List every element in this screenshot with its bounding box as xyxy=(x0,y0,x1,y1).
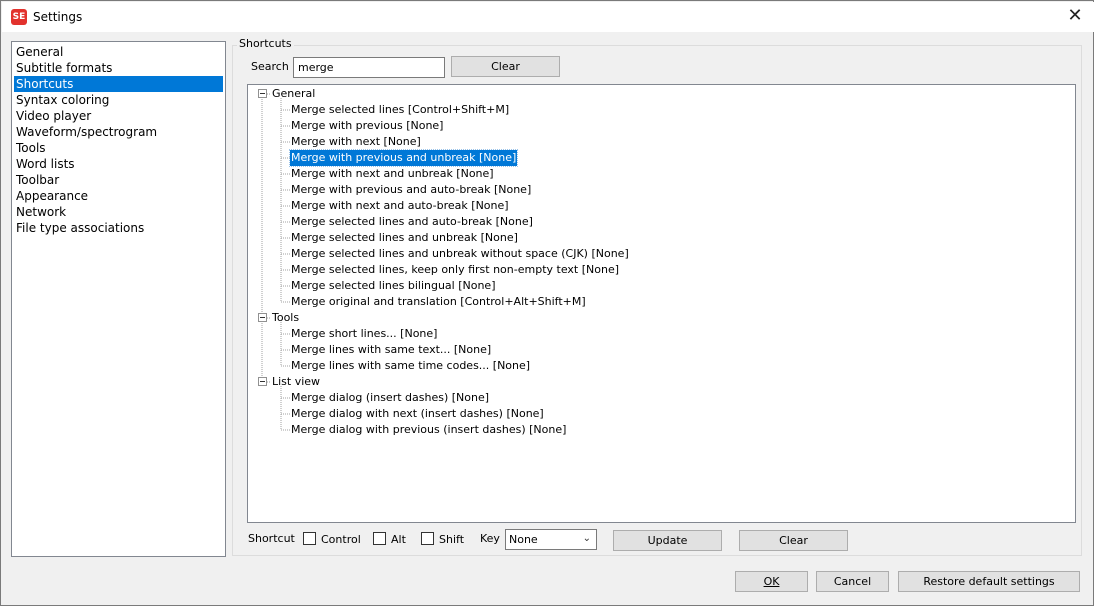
update-button[interactable]: Update xyxy=(613,530,722,551)
category-item[interactable]: File type associations xyxy=(14,220,223,236)
tree-item[interactable]: Merge selected lines, keep only first no… xyxy=(290,262,620,278)
category-item[interactable]: Shortcuts xyxy=(14,76,223,92)
tree-item[interactable]: Merge lines with same text... [None] xyxy=(290,342,492,358)
key-label: Key xyxy=(480,532,500,545)
shortcut-label: Shortcut xyxy=(248,532,295,545)
restore-defaults-button[interactable]: Restore default settings xyxy=(898,571,1080,592)
category-item[interactable]: Syntax coloring xyxy=(14,92,223,108)
tree-group-node[interactable]: Tools xyxy=(271,310,300,326)
tree-item[interactable]: Merge with next [None] xyxy=(290,134,422,150)
category-item[interactable]: Appearance xyxy=(14,188,223,204)
category-item[interactable]: Word lists xyxy=(14,156,223,172)
category-item[interactable]: Subtitle formats xyxy=(14,60,223,76)
collapse-icon[interactable] xyxy=(258,89,267,98)
collapse-icon[interactable] xyxy=(258,313,267,322)
tree-group-node[interactable]: General xyxy=(271,86,316,102)
shift-checkbox[interactable] xyxy=(421,532,434,545)
shift-checkbox-label[interactable]: Shift xyxy=(439,533,464,546)
tree-item[interactable]: Merge with next and unbreak [None] xyxy=(290,166,495,182)
ok-button-label: OK xyxy=(763,575,780,588)
alt-checkbox-label[interactable]: Alt xyxy=(391,533,406,546)
tree-item[interactable]: Merge with previous [None] xyxy=(290,118,444,134)
category-item[interactable]: Toolbar xyxy=(14,172,223,188)
category-item[interactable]: Video player xyxy=(14,108,223,124)
category-item[interactable]: General xyxy=(14,44,223,60)
collapse-icon[interactable] xyxy=(258,377,267,386)
shortcuts-group-label: Shortcuts xyxy=(237,37,294,50)
ok-button[interactable]: OK xyxy=(735,571,808,592)
cancel-button-label: Cancel xyxy=(833,575,872,588)
category-item[interactable]: Waveform/spectrogram xyxy=(14,124,223,140)
key-select[interactable]: None ⌄ xyxy=(505,529,597,550)
tree-item[interactable]: Merge selected lines and auto-break [Non… xyxy=(290,214,534,230)
control-checkbox-label[interactable]: Control xyxy=(321,533,361,546)
tree-item[interactable]: Merge original and translation [Control+… xyxy=(290,294,587,310)
window-title: Settings xyxy=(33,10,83,24)
category-list[interactable]: General Subtitle formats Shortcuts Syntax c… xyxy=(11,41,226,557)
key-select-value: None xyxy=(509,533,538,546)
alt-checkbox[interactable] xyxy=(373,532,386,545)
tree-item[interactable]: Merge dialog with next (insert dashes) [… xyxy=(290,406,545,422)
tree-item[interactable]: Merge selected lines and unbreak [None] xyxy=(290,230,519,246)
search-label: Search xyxy=(251,60,289,73)
tree-item[interactable]: Merge dialog with previous (insert dashe… xyxy=(290,422,567,438)
category-item[interactable]: Network xyxy=(14,204,223,220)
app-icon: SE xyxy=(11,9,27,25)
title-bar[interactable]: SE Settings ✕ xyxy=(2,2,1094,32)
search-clear-button[interactable]: Clear xyxy=(451,56,560,77)
search-input[interactable] xyxy=(293,57,445,78)
shortcut-clear-button[interactable]: Clear xyxy=(739,530,848,551)
tree-item[interactable]: Merge selected lines bilingual [None] xyxy=(290,278,497,294)
chevron-down-icon: ⌄ xyxy=(582,533,591,544)
tree-item[interactable]: Merge lines with same time codes... [Non… xyxy=(290,358,531,374)
tree-item[interactable]: Merge selected lines [Control+Shift+M] xyxy=(290,102,510,118)
tree-item[interactable]: Merge with previous and auto-break [None… xyxy=(290,182,532,198)
tree-item[interactable]: Merge short lines... [None] xyxy=(290,326,438,342)
shortcuts-tree[interactable]: General Merge selected lines [Control+Shi… xyxy=(247,84,1076,523)
tree-item[interactable]: Merge selected lines and unbreak without… xyxy=(290,246,630,262)
category-item[interactable]: Tools xyxy=(14,140,223,156)
control-checkbox[interactable] xyxy=(303,532,316,545)
tree-group-node[interactable]: List view xyxy=(271,374,321,390)
close-icon[interactable]: ✕ xyxy=(1060,2,1090,32)
tree-item[interactable]: Merge dialog (insert dashes) [None] xyxy=(290,390,490,406)
tree-item[interactable]: Merge with next and auto-break [None] xyxy=(290,198,510,214)
cancel-button[interactable]: Cancel xyxy=(816,571,889,592)
tree-item[interactable]: Merge with previous and unbreak [None] xyxy=(288,149,519,167)
